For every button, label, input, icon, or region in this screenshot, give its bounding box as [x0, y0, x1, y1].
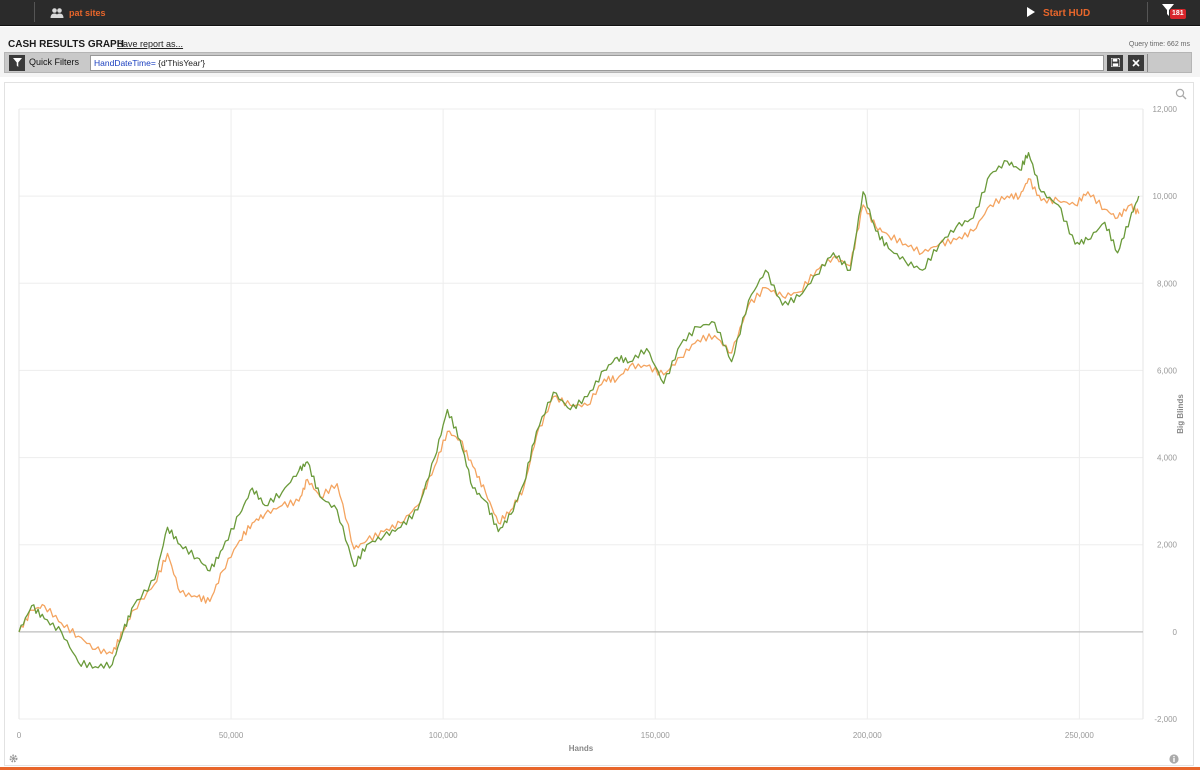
toolbar-divider: [34, 2, 35, 22]
filter-expression-key: HandDateTime=: [94, 58, 156, 68]
y-tick-label: 0: [1173, 628, 1178, 637]
quick-filter-bar: Quick Filters HandDateTime= {d'ThisYear'…: [4, 52, 1192, 73]
zoom-icon[interactable]: [1175, 87, 1187, 105]
grid-lines: [18, 108, 1144, 720]
save-report-link[interactable]: Save report as...: [117, 39, 183, 49]
results-graph-panel: 0 50,000 100,000 150,000 200,000 250,000 -2,0…: [4, 82, 1194, 766]
x-tick-label: 50,000: [219, 731, 244, 740]
y-tick-label: 8,000: [1157, 279, 1178, 288]
x-axis-title: Hands: [569, 744, 594, 753]
save-icon: [1109, 54, 1121, 72]
series-line-orange: [18, 178, 1140, 655]
x-tick-label: 100,000: [429, 731, 458, 740]
save-filter-button[interactable]: [1107, 55, 1123, 71]
start-hud-button[interactable]: Start HUD: [1027, 5, 1090, 21]
x-tick-label: 250,000: [1065, 731, 1094, 740]
y-axis-ticks: -2,000 0 2,000 4,000 6,000 8,000 10,000 12,000: [1153, 105, 1178, 724]
y-tick-label: 2,000: [1157, 541, 1178, 550]
y-tick-label: 4,000: [1157, 454, 1178, 463]
x-tick-label: 150,000: [641, 731, 670, 740]
close-icon: [1132, 54, 1140, 72]
top-toolbar: pat sites Start HUD 181: [0, 0, 1200, 26]
start-hud-label: Start HUD: [1043, 7, 1091, 19]
query-time: Query time: 662 ms: [1128, 41, 1190, 48]
x-tick-label: 200,000: [853, 731, 882, 740]
filter-icon: [12, 54, 22, 72]
y-tick-label: -2,000: [1154, 715, 1177, 724]
y-tick-label: 10,000: [1153, 192, 1178, 201]
x-axis-ticks: 0 50,000 100,000 150,000 200,000 250,000: [17, 731, 1095, 740]
filter-expression-input[interactable]: HandDateTime= {d'ThisYear'}: [90, 55, 1104, 71]
users-icon: [50, 7, 64, 19]
notifications-button[interactable]: 181: [1162, 4, 1186, 22]
filter-bar-divider: [1147, 54, 1148, 72]
sites-label: pat sites: [69, 8, 106, 18]
notification-badge: 181: [1170, 9, 1186, 19]
filter-expression-value: {d'ThisYear'}: [155, 58, 206, 68]
results-graph: 0 50,000 100,000 150,000 200,000 250,000 -2,0…: [17, 105, 1185, 753]
y-axis-title: Big Blinds: [1176, 394, 1185, 434]
sites-button[interactable]: pat sites: [50, 5, 106, 21]
quick-filters-label: Quick Filters: [29, 57, 80, 67]
play-icon: [1027, 6, 1035, 20]
clear-filter-button[interactable]: [1128, 55, 1144, 71]
toolbar-divider: [1147, 2, 1148, 22]
quick-filters-button[interactable]: [9, 55, 25, 71]
series-lines: [18, 151, 1140, 669]
y-tick-label: 6,000: [1157, 366, 1178, 375]
x-tick-label: 0: [17, 731, 22, 740]
page-title: CASH RESULTS GRAPH: [8, 39, 124, 50]
y-tick-label: 12,000: [1153, 105, 1178, 114]
